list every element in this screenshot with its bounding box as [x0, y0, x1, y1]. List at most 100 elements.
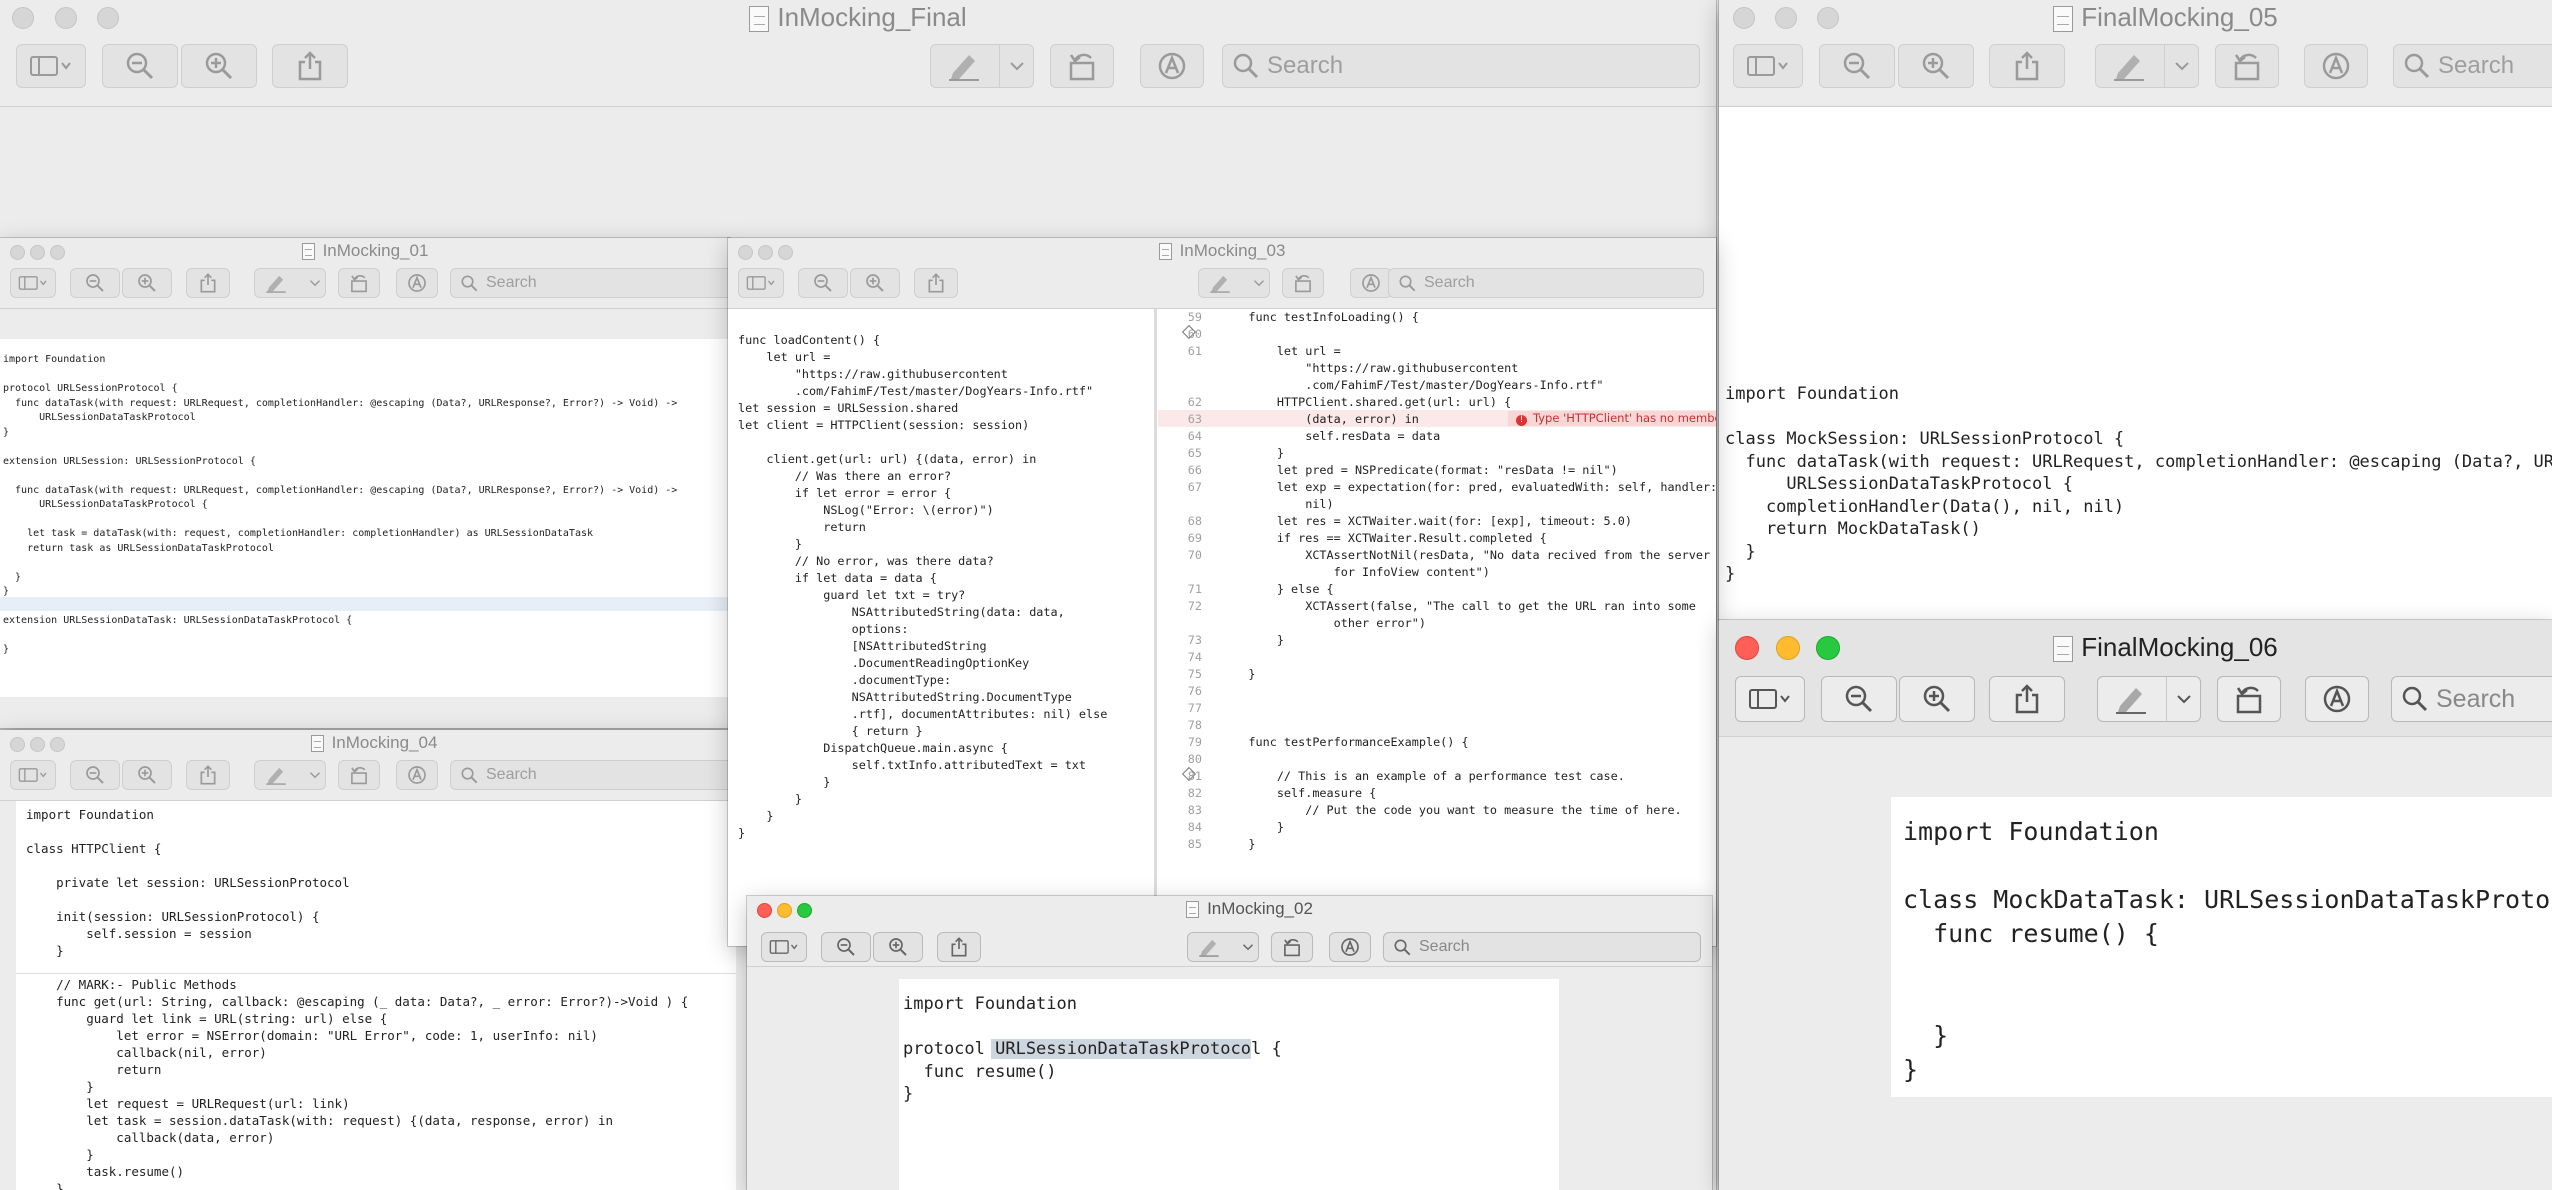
sidebar-button[interactable]: [10, 268, 56, 298]
markup-pen-button[interactable]: [930, 44, 1034, 88]
search-field[interactable]: Search: [1383, 932, 1701, 962]
annotate-button[interactable]: [2304, 44, 2368, 88]
share-button[interactable]: [186, 268, 230, 298]
annotate-button[interactable]: [2305, 676, 2369, 722]
search-placeholder: Search: [486, 274, 537, 291]
code-line: }: [1220, 667, 1256, 681]
sidebar-icon: [1747, 56, 1788, 76]
code-page: import Foundation class MockSession: URL…: [1725, 383, 2552, 586]
zoom-in-button[interactable]: [850, 268, 900, 298]
search-field[interactable]: Search: [2393, 44, 2552, 88]
markup-pen-button[interactable]: [1187, 932, 1259, 962]
code-line: return: [738, 520, 866, 534]
chevron-down-icon: [309, 280, 321, 287]
sidebar-button[interactable]: [761, 932, 807, 962]
code-line: self.txtInfo.attributedText = txt: [738, 758, 1087, 772]
markup-pen-button[interactable]: [2097, 676, 2201, 722]
line-number: 65: [1187, 446, 1202, 460]
code-line: protocol URLSessionProtocol {: [3, 383, 178, 394]
code-line: }: [3, 571, 22, 583]
rotate-button[interactable]: [338, 268, 380, 298]
zoom-out-button[interactable]: [1819, 44, 1895, 88]
zoom-out-button[interactable]: [1821, 676, 1897, 722]
zoom-in-button[interactable]: [122, 268, 172, 298]
markup-pen-button[interactable]: [1198, 268, 1270, 298]
zoom-out-icon: [837, 938, 855, 956]
line-number: 83: [1187, 803, 1202, 817]
search-field[interactable]: Search: [1388, 268, 1704, 298]
code-page: import Foundation class MockDataTask: UR…: [1903, 815, 2552, 1087]
sidebar-button[interactable]: [738, 268, 784, 298]
annotate-button[interactable]: [396, 268, 438, 298]
error-badge[interactable]: ! Type 'HTTPClient' has no member: [1508, 411, 1716, 426]
code-page: import Foundation protocol URLSessionPro…: [3, 353, 677, 658]
search-icon: [461, 274, 478, 291]
markup-pen-button[interactable]: [2095, 44, 2199, 88]
line-number: 79: [1187, 735, 1202, 749]
window-finalmocking-05[interactable]: FinalMocking_05 Search import Foundation…: [1719, 0, 2552, 620]
rotate-button[interactable]: [1050, 44, 1114, 88]
share-button[interactable]: [1989, 676, 2065, 722]
code-line: return MockDataTask(): [1725, 519, 1981, 539]
zoom-out-button[interactable]: [70, 268, 120, 298]
zoom-out-button[interactable]: [102, 44, 178, 88]
code-line: options:: [738, 622, 909, 636]
search-field[interactable]: Search: [450, 268, 730, 298]
line-number: 59: [1187, 310, 1202, 324]
share-button[interactable]: [1989, 44, 2065, 88]
code-line: }: [738, 537, 802, 551]
window-finalmocking-06[interactable]: FinalMocking_06 Search import Foundation…: [1719, 620, 2552, 1190]
sidebar-button[interactable]: [1735, 676, 1805, 722]
sidebar-button[interactable]: [10, 760, 56, 790]
markup-pen-button[interactable]: [254, 268, 326, 298]
annotate-button[interactable]: [396, 760, 438, 790]
window-title: InMocking_Final: [0, 2, 1716, 33]
code-line: protocol URLSessionDataTaskProtocol {: [903, 1039, 1282, 1059]
search-field[interactable]: Search: [2391, 676, 2552, 722]
chevron-down-icon: [1242, 944, 1254, 951]
zoom-out-button[interactable]: [821, 932, 871, 962]
code-line: completionHandler(Data(), nil, nil): [1725, 496, 2125, 517]
sidebar-icon: [30, 56, 71, 76]
zoom-in-button[interactable]: [122, 760, 172, 790]
markup-pen-icon: [1199, 939, 1219, 957]
document-icon: [1158, 243, 1172, 261]
window-inmocking-02[interactable]: InMocking_02 Search import Foundation pr…: [747, 896, 1712, 1190]
share-button[interactable]: [186, 760, 230, 790]
rotate-button[interactable]: [2217, 676, 2281, 722]
rotate-button[interactable]: [1282, 268, 1324, 298]
rotate-icon: [351, 275, 367, 293]
line-number: 74: [1187, 650, 1202, 664]
rotate-icon: [2234, 53, 2260, 81]
window-inmocking-01[interactable]: InMocking_01 Search import Foundation pr…: [0, 238, 730, 728]
zoom-out-button[interactable]: [798, 268, 848, 298]
share-button[interactable]: [914, 268, 958, 298]
search-field[interactable]: Search: [450, 760, 740, 790]
window-inmocking-04[interactable]: InMocking_04 Search import Foundation cl…: [0, 730, 748, 1190]
zoom-out-button[interactable]: [70, 760, 120, 790]
sidebar-button[interactable]: [16, 44, 86, 88]
zoom-in-button[interactable]: [1898, 44, 1974, 88]
code-line: class MockDataTask: URLSessionDataTaskPr…: [1903, 885, 2552, 914]
chevron-down-icon: [1010, 62, 1024, 71]
rotate-button[interactable]: [1271, 932, 1313, 962]
annotate-button[interactable]: [1329, 932, 1371, 962]
annotate-button[interactable]: [1140, 44, 1204, 88]
search-field[interactable]: Search: [1222, 44, 1700, 88]
annotate-button[interactable]: [1350, 268, 1392, 298]
share-button[interactable]: [272, 44, 348, 88]
zoom-in-button[interactable]: [181, 44, 257, 88]
code-line: }: [738, 775, 831, 789]
markup-pen-button[interactable]: [254, 760, 326, 790]
window-inmocking-03[interactable]: InMocking_03 Search func loadContent() {…: [728, 238, 1716, 946]
zoom-in-button[interactable]: [1899, 676, 1975, 722]
zoom-in-button[interactable]: [873, 932, 923, 962]
code-line: }: [1903, 1055, 1919, 1084]
window-title: InMocking_02: [747, 899, 1712, 919]
rotate-button[interactable]: [2215, 44, 2279, 88]
document-icon: [1186, 901, 1200, 919]
rotate-button[interactable]: [338, 760, 380, 790]
code-line: guard let link = URL(string: url) else {: [26, 1011, 388, 1026]
sidebar-button[interactable]: [1733, 44, 1803, 88]
share-button[interactable]: [937, 932, 981, 962]
